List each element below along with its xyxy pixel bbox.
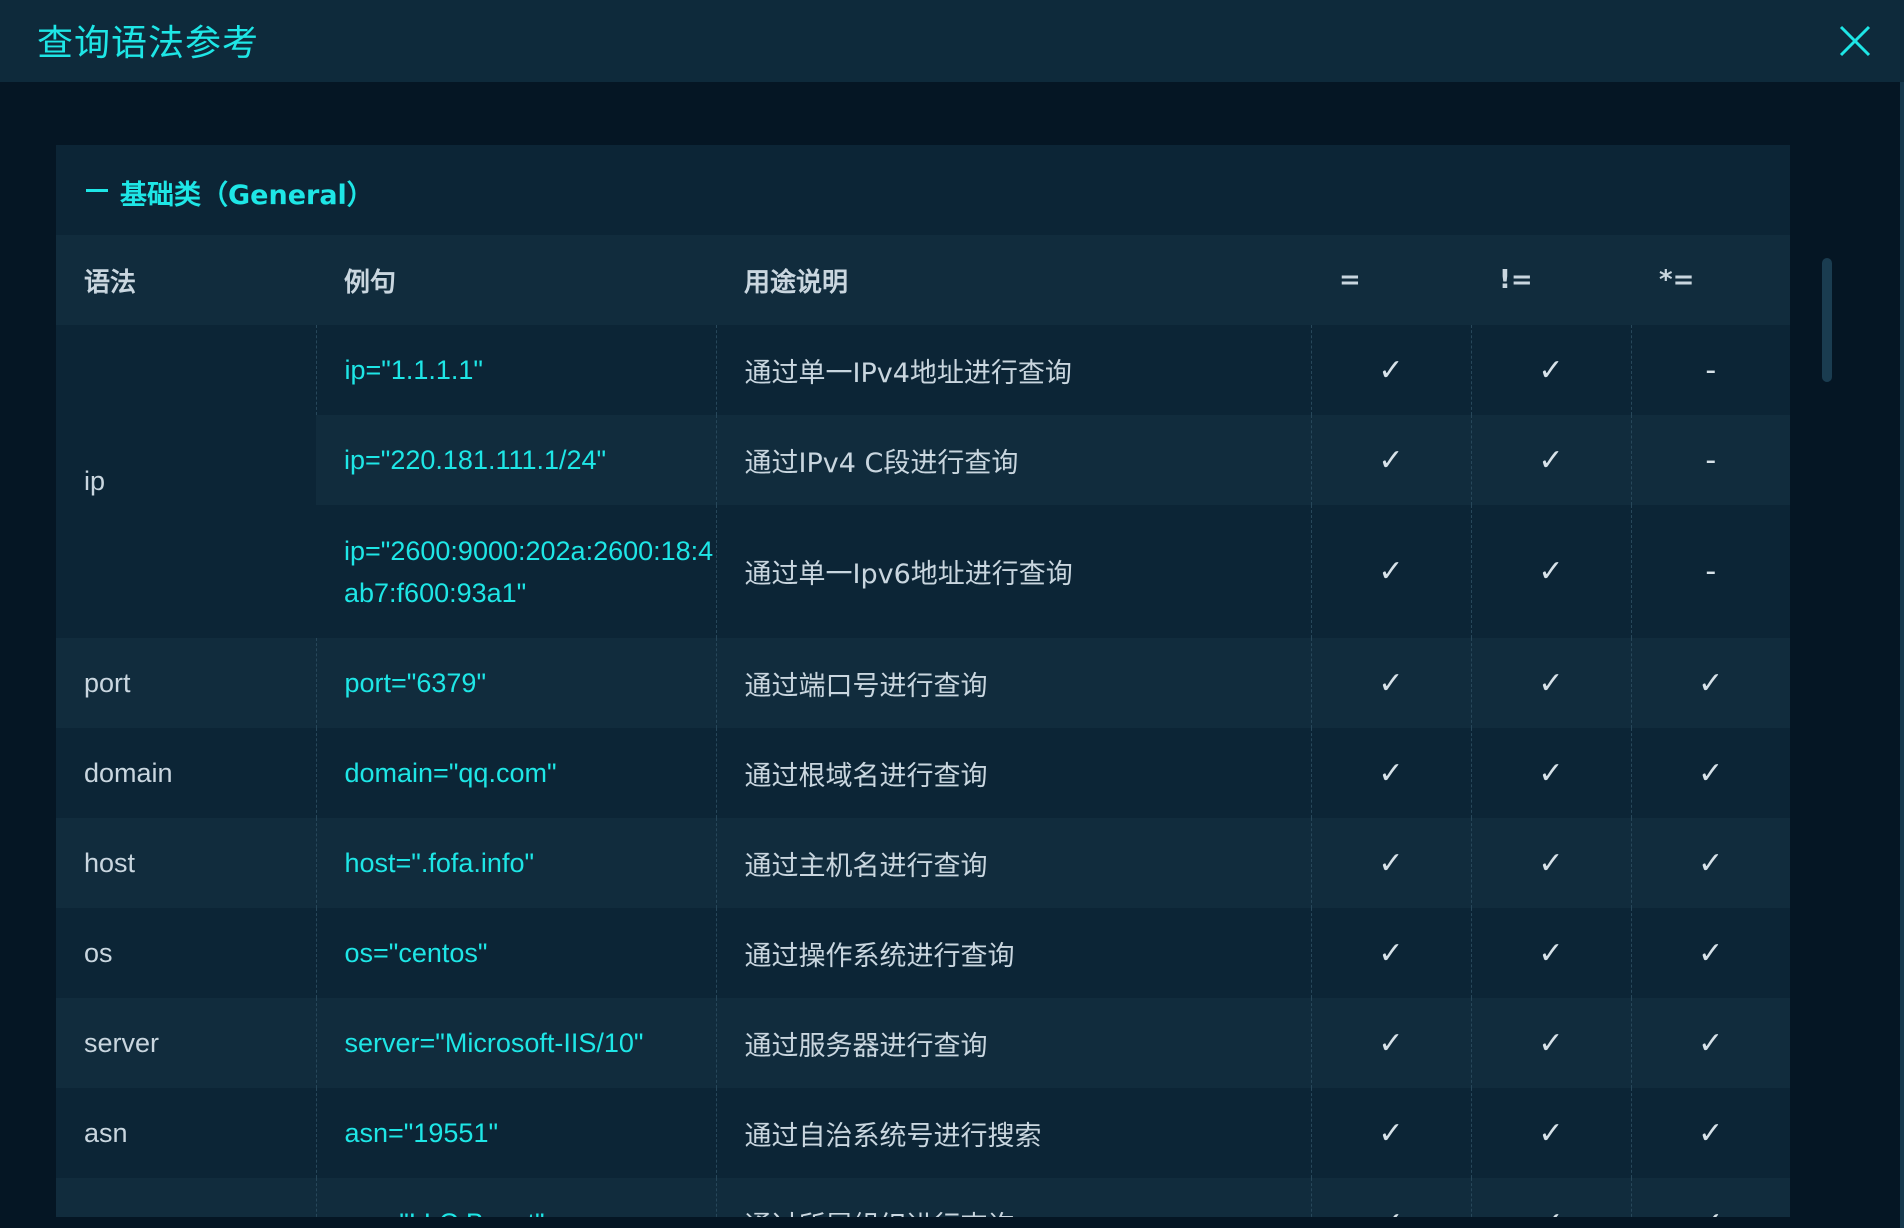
description-cell: 通过所属组织进行查询 [715,1178,1311,1217]
check-icon: ✓ [1470,818,1631,908]
example-cell[interactable]: asn="19551" [315,1088,716,1178]
syntax-cell: asn [56,1088,316,1178]
check-icon: ✓ [1630,818,1790,908]
description-cell: 通过IPv4 C段进行查询 [715,415,1311,505]
example-cell[interactable]: org="LLC Baxet" [315,1178,716,1217]
check-icon: ✓ [1630,1088,1790,1178]
check-icon: ✓ [1630,998,1790,1088]
column-syntax: 语法 [56,235,316,325]
dash-icon [86,189,108,192]
table-row: os os="centos" 通过操作系统进行查询 ✓ ✓ ✓ [56,908,1790,998]
check-icon: ✓ [1630,1178,1790,1217]
description-cell: 通过单一Ipv6地址进行查询 [715,505,1311,638]
close-button[interactable] [1836,22,1874,60]
check-icon: ✓ [1310,415,1471,505]
syntax-cell: os [56,908,316,998]
check-icon: ✓ [1630,908,1790,998]
syntax-cell: domain [56,728,316,818]
syntax-cell: port [56,638,316,728]
check-icon: ✓ [1470,728,1631,818]
description-cell: 通过服务器进行查询 [715,998,1311,1088]
check-icon: ✓ [1630,728,1790,818]
example-cell[interactable]: ip="2600:9000:202a:2600:18:4ab7:f600:93a… [316,505,716,638]
syntax-cell: server [56,998,316,1088]
dash-mark: - [1630,505,1790,638]
dash-mark: - [1630,415,1790,505]
table-row: ip="220.181.111.1/24" 通过IPv4 C段进行查询 ✓ ✓ … [56,415,1790,505]
check-icon: ✓ [1310,1088,1471,1178]
description-cell: 通过主机名进行查询 [715,818,1311,908]
section-title: 基础类（General） [120,180,374,211]
example-cell[interactable]: os="centos" [315,908,716,998]
syntax-cell: org [56,1178,316,1217]
column-wildcard: *= [1631,235,1790,325]
scrollbar-thumb[interactable] [1822,258,1832,382]
example-cell[interactable]: host=".fofa.info" [315,818,716,908]
description-cell: 通过操作系统进行查询 [715,908,1311,998]
close-icon [1839,25,1871,57]
check-icon: ✓ [1310,638,1471,728]
column-description: 用途说明 [716,235,1311,325]
column-neq: != [1471,235,1631,325]
dash-mark: - [1630,325,1790,415]
table-row: ip="2600:9000:202a:2600:18:4ab7:f600:93a… [56,505,1790,638]
table-header: 语法 例句 用途说明 = != *= [56,235,1790,325]
table-row: port port="6379" 通过端口号进行查询 ✓ ✓ ✓ [56,638,1790,728]
check-icon: ✓ [1470,908,1631,998]
check-icon: ✓ [1470,505,1631,638]
check-icon: ✓ [1310,505,1471,638]
check-icon: ✓ [1470,1178,1631,1217]
description-cell: 通过单一IPv4地址进行查询 [715,325,1311,415]
column-eq: = [1311,235,1471,325]
modal-edge [1900,82,1904,1228]
check-icon: ✓ [1310,998,1471,1088]
description-cell: 通过自治系统号进行搜索 [715,1088,1311,1178]
check-icon: ✓ [1310,728,1471,818]
section-header[interactable]: 基础类（General） [56,145,1790,235]
example-cell[interactable]: ip="1.1.1.1" [315,325,716,415]
check-icon: ✓ [1470,638,1631,728]
check-icon: ✓ [1470,415,1631,505]
check-icon: ✓ [1310,908,1471,998]
modal-title: 查询语法参考 [37,23,260,64]
description-cell: 通过端口号进行查询 [715,638,1311,728]
description-cell: 通过根域名进行查询 [715,728,1311,818]
syntax-table: 语法 例句 用途说明 = != *= ip ip="1.1.1.1" 通过单一I… [56,235,1790,1217]
example-cell[interactable]: server="Microsoft-IIS/10" [315,998,716,1088]
check-icon: ✓ [1470,998,1631,1088]
example-cell[interactable]: domain="qq.com" [315,728,716,818]
table-row: org org="LLC Baxet" 通过所属组织进行查询 ✓ ✓ ✓ [56,1178,1790,1217]
syntax-cell: host [56,818,316,908]
check-icon: ✓ [1310,818,1471,908]
check-icon: ✓ [1310,1178,1471,1217]
example-cell[interactable]: port="6379" [315,638,716,728]
example-cell[interactable]: ip="220.181.111.1/24" [316,415,716,505]
table-row: server server="Microsoft-IIS/10" 通过服务器进行… [56,998,1790,1088]
syntax-cell: ip [56,325,316,638]
syntax-content: 基础类（General） 语法 例句 用途说明 = != *= ip ip="1… [56,145,1790,1217]
modal-header: 查询语法参考 [0,0,1904,82]
table-row: domain domain="qq.com" 通过根域名进行查询 ✓ ✓ ✓ [56,728,1790,818]
check-icon: ✓ [1470,1088,1631,1178]
check-icon: ✓ [1630,638,1790,728]
table-row: host host=".fofa.info" 通过主机名进行查询 ✓ ✓ ✓ [56,818,1790,908]
column-example: 例句 [316,235,716,325]
table-row: asn asn="19551" 通过自治系统号进行搜索 ✓ ✓ ✓ [56,1088,1790,1178]
table-row: ip ip="1.1.1.1" 通过单一IPv4地址进行查询 ✓ ✓ - [56,325,1790,638]
syntax-reference-modal: 查询语法参考 基础类（General） 语法 例句 用途说明 = != *= i… [0,0,1904,1228]
check-icon: ✓ [1470,325,1631,415]
check-icon: ✓ [1310,325,1471,415]
